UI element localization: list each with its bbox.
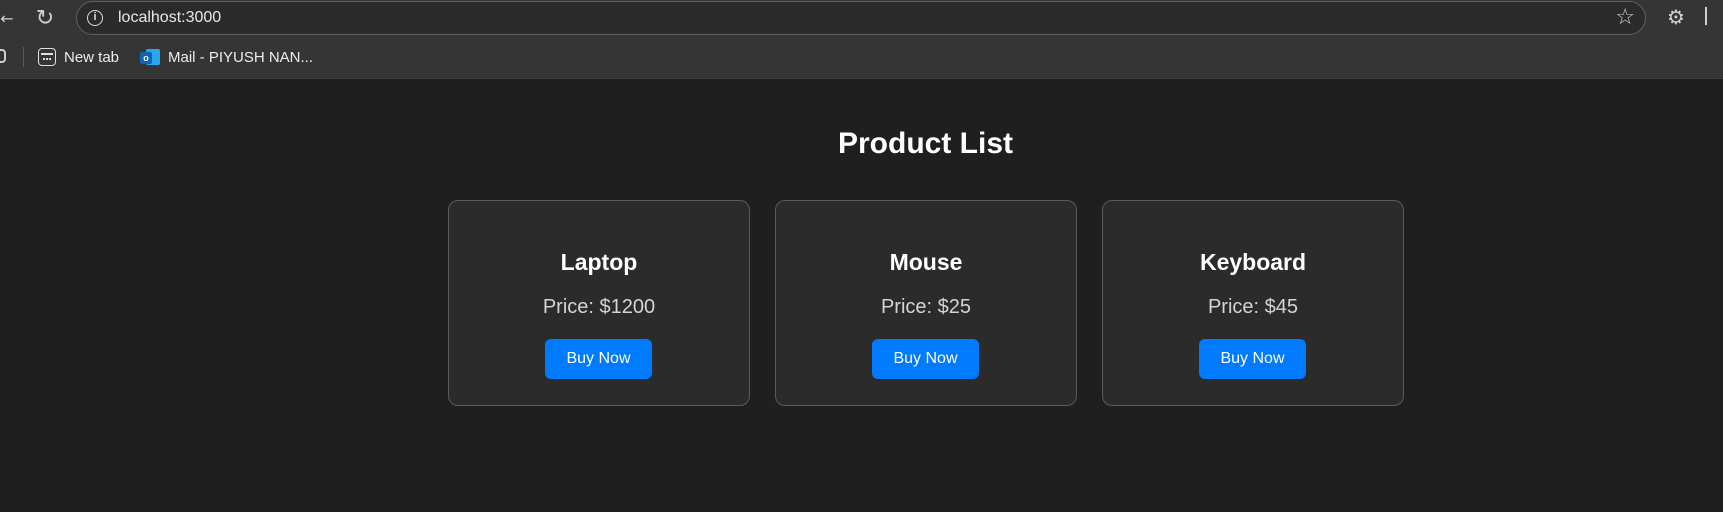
product-name: Keyboard (1199, 249, 1307, 275)
bookmark-label: Mail - PIYUSH NAN... (168, 48, 314, 66)
product-card-mouse: Mouse Price: $25 Buy Now (775, 200, 1077, 406)
outlook-icon-front: o (140, 52, 152, 64)
extensions-icon[interactable]: ⚙ (1667, 5, 1685, 29)
bookmark-mail[interactable]: o Mail - PIYUSH NAN... (140, 42, 313, 72)
browser-toolbar: ← ↻ i localhost:3000 ☆ ⚙ (0, 0, 1723, 36)
product-card-keyboard: Keyboard Price: $45 Buy Now (1102, 200, 1404, 406)
buy-now-button-keyboard[interactable]: Buy Now (1199, 339, 1306, 379)
product-price: Price: $1200 (542, 296, 656, 318)
menu-icon[interactable] (1705, 7, 1710, 25)
product-price: Price: $45 (1207, 296, 1299, 318)
bookmark-star-icon[interactable]: ☆ (1615, 5, 1635, 30)
buy-now-button-mouse[interactable]: Buy Now (872, 339, 979, 379)
reload-icon[interactable]: ↻ (30, 4, 60, 32)
product-price: Price: $25 (880, 296, 972, 318)
product-name: Laptop (560, 249, 638, 275)
product-grid: Laptop Price: $1200 Buy Now Mouse Price:… (448, 200, 1404, 406)
outlook-icon: o (140, 48, 160, 66)
url-text[interactable]: localhost:3000 (118, 9, 221, 27)
bookmarks-bar: New tab o Mail - PIYUSH NAN... (0, 36, 1723, 79)
apps-icon[interactable] (0, 49, 6, 63)
site-info-icon[interactable]: i (87, 10, 103, 26)
product-card-laptop: Laptop Price: $1200 Buy Now (448, 200, 750, 406)
bookmarks-divider (23, 47, 24, 67)
back-arrow-icon[interactable]: ← (0, 4, 14, 32)
bookmark-new-tab[interactable]: New tab (38, 42, 119, 72)
product-name: Mouse (889, 249, 963, 275)
page-title: Product List (837, 127, 1013, 160)
new-tab-icon (38, 48, 56, 66)
bookmark-label: New tab (64, 48, 120, 66)
address-bar[interactable]: i localhost:3000 ☆ (76, 1, 1646, 35)
page-content: Product List Laptop Price: $1200 Buy Now… (0, 79, 1723, 512)
buy-now-button-laptop[interactable]: Buy Now (545, 339, 652, 379)
